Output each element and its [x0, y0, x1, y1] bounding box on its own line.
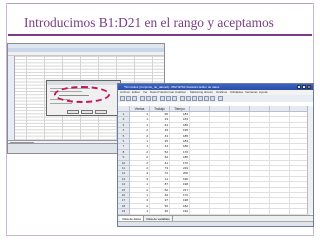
print-icon[interactable]	[132, 96, 137, 101]
cancel-button[interactable]	[81, 110, 93, 114]
weight-cases-icon[interactable]	[204, 96, 209, 101]
top-rule	[8, 3, 312, 4]
ok-button[interactable]	[67, 110, 79, 114]
highlight-ellipse	[54, 86, 110, 103]
goto-case-icon[interactable]	[160, 96, 165, 101]
close-icon[interactable]	[307, 85, 311, 89]
variables-icon[interactable]	[172, 96, 177, 101]
select-cases-icon[interactable]	[210, 96, 215, 101]
data-grid: Ventas Trabajo Tiempo 1 1 65 184 2 1 33 163 3 1 64…	[118, 106, 313, 220]
insert-cases-icon[interactable]	[186, 96, 191, 101]
dialog-text-line	[50, 103, 72, 104]
redo-icon[interactable]	[152, 96, 157, 101]
row-headers	[8, 56, 15, 140]
goto-variable-icon[interactable]	[166, 96, 171, 101]
vertical-scrollbar[interactable]	[307, 106, 313, 214]
slide: Introducimos B1:D21 en el rango y acepta…	[0, 0, 320, 240]
help-button[interactable]	[95, 110, 107, 114]
maximize-icon[interactable]	[302, 85, 306, 89]
split-file-icon[interactable]	[198, 96, 203, 101]
value-labels-icon[interactable]	[218, 96, 223, 101]
insert-variable-icon[interactable]	[192, 96, 197, 101]
open-icon[interactable]	[120, 96, 125, 101]
save-icon[interactable]	[126, 96, 131, 101]
title-underline	[8, 34, 312, 36]
data-editor-window: *Sin título1 [Conjunto_de_datos0] - IBM …	[117, 83, 314, 227]
undo-icon[interactable]	[146, 96, 151, 101]
find-icon[interactable]	[180, 96, 185, 101]
dialog-titlebar	[47, 81, 120, 85]
minimize-icon[interactable]	[297, 85, 301, 89]
slide-title: Introducimos B1:D21 en el rango y acepta…	[24, 15, 274, 30]
recall-dialog-icon[interactable]	[140, 96, 145, 101]
status-bar	[118, 221, 313, 226]
